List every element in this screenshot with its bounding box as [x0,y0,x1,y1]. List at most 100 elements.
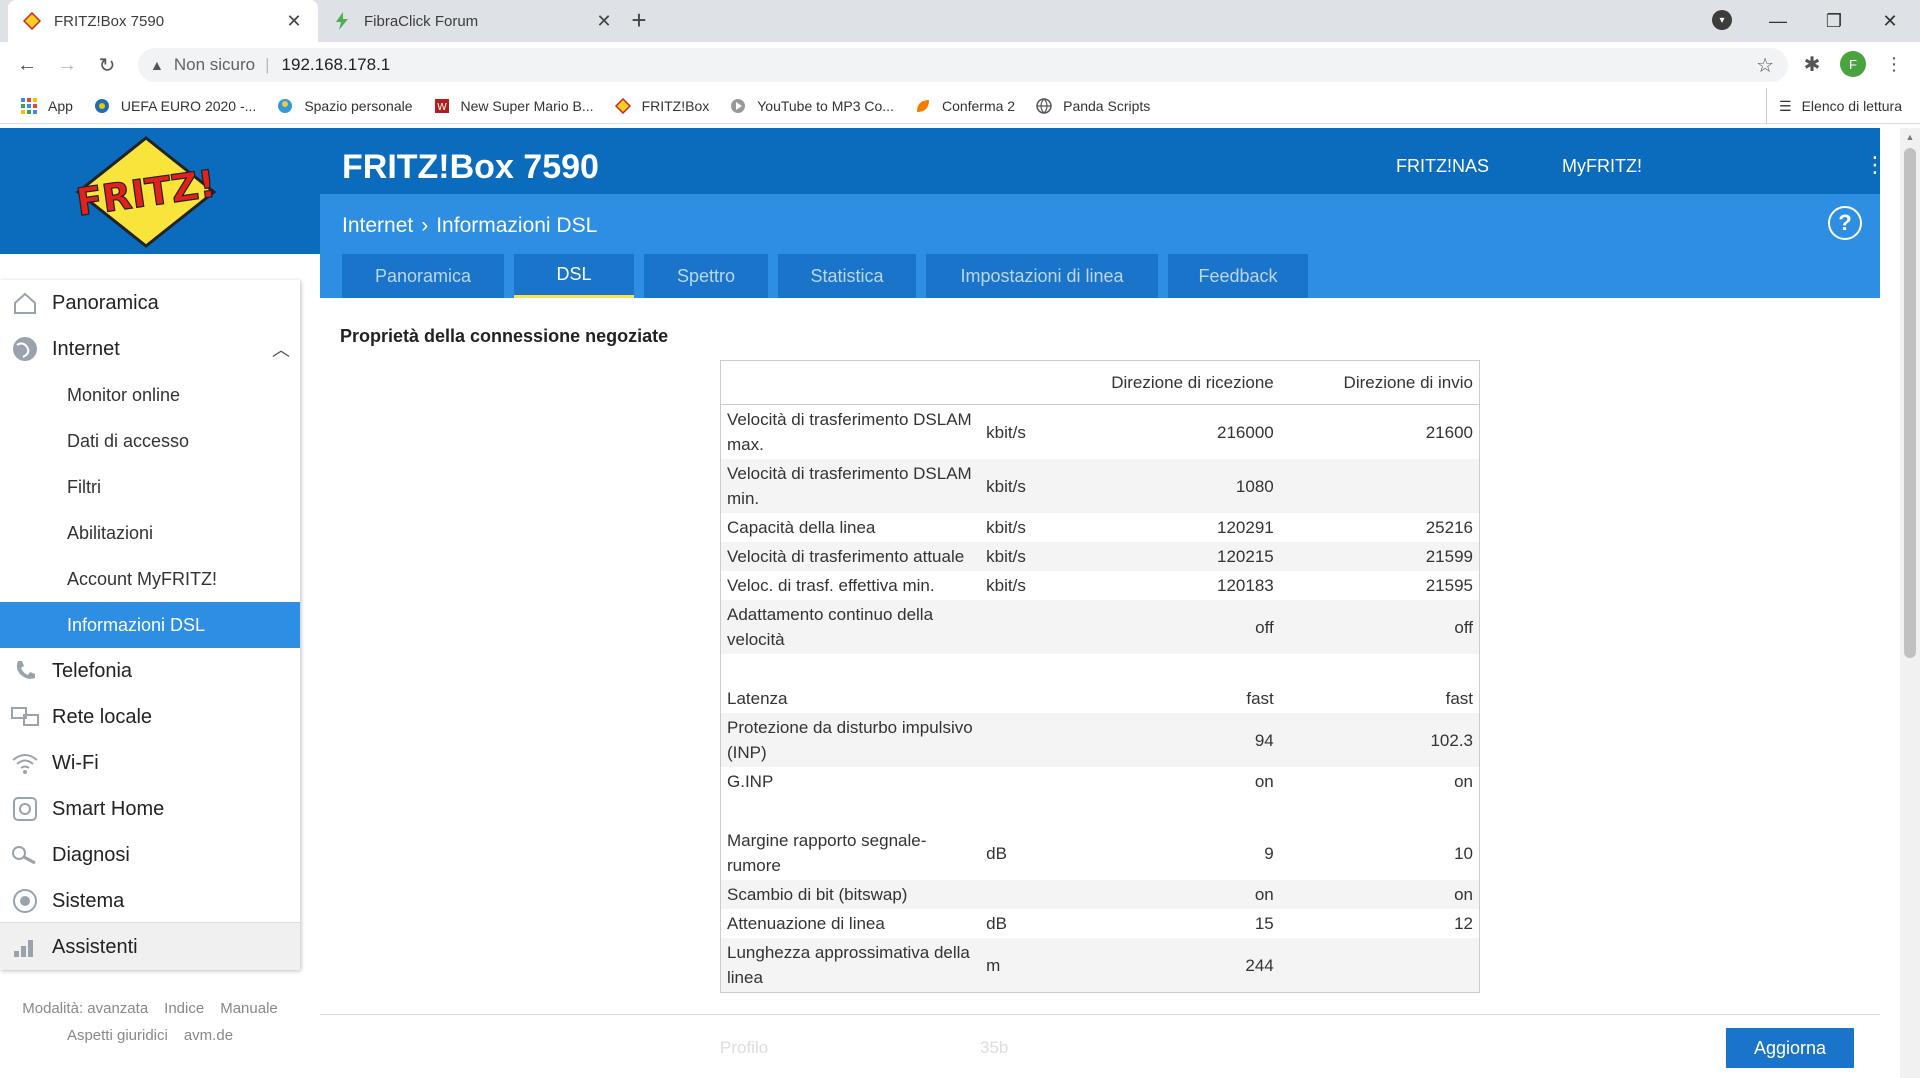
bookmark-label: Conferma 2 [941,97,1016,114]
browser-menu-icon[interactable]: ⋮ [1884,50,1904,78]
sidebar-item-sistema[interactable]: Sistema [0,878,300,924]
warning-icon[interactable]: ▲ [150,57,164,73]
mode-link[interactable]: Modalità: avanzata [22,1000,148,1017]
extensions-icon[interactable]: ✱ [1800,52,1824,76]
address-separator: | [265,55,270,74]
tab-statistica[interactable]: Statistica [778,254,916,298]
cell-unit: kbit/s [986,576,1026,595]
sidebar-item-smart-home[interactable]: Smart Home [0,786,300,832]
bookmark-label: Spazio personale [304,97,413,114]
cell-tx: on [1279,880,1480,909]
mario-icon: W [433,97,451,115]
table-row: Protezione da disturbo impulsivo (INP) 94… [720,713,1480,767]
sidebar: Panoramica Internet ︿ Monitor online Dat… [0,280,300,970]
restore-icon[interactable]: ❐ [1806,0,1862,42]
legal-link[interactable]: Aspetti giuridici [67,1027,168,1044]
fritz-logo[interactable]: FRITZ! [72,136,220,248]
sidebar-item-panoramica[interactable]: Panoramica [0,280,300,326]
sidebar-item-assistenti[interactable]: Assistenti [0,924,300,970]
faded-label: Profilo [720,1038,769,1057]
tab-spettro[interactable]: Spettro [644,254,768,298]
bookmark-conferma[interactable]: Conferma 2 [914,97,1015,115]
forward-icon[interactable]: → [52,50,82,80]
avm-link[interactable]: avm.de [184,1027,233,1044]
tab-search-icon[interactable]: ▾ [1712,10,1732,30]
bookmark-mario[interactable]: W New Super Mario B... [433,97,594,115]
sidebar-sub-monitor-online[interactable]: Monitor online [0,372,300,418]
chevron-right-icon: › [421,214,429,237]
back-icon[interactable]: ← [12,50,42,80]
address-bar[interactable]: ▲ Non sicuro | 192.168.178.1 ☆ [138,48,1788,82]
cell-tx: fast [1445,689,1473,708]
browser-tab-fibraclick[interactable]: FibraClick Forum ✕ [318,0,628,42]
fritznas-link[interactable]: FRITZ!NAS [1396,156,1489,177]
breadcrumb: Internet › Informazioni DSL [342,214,597,238]
sidebar-item-rete-locale[interactable]: Rete locale [0,694,300,740]
cell-rx: fast [1246,689,1274,708]
cell-tx: 102.3 [1279,713,1480,767]
bookmark-spazio-personale[interactable]: Spazio personale [276,97,413,115]
window-close-icon[interactable]: ✕ [1862,0,1918,42]
security-label[interactable]: Non sicuro [174,55,255,75]
sidebar-sub-abilitazioni[interactable]: Abilitazioni [0,510,300,556]
bookmark-uefa[interactable]: UEFA EURO 2020 -... [93,97,256,115]
index-link[interactable]: Indice [164,1000,204,1017]
tab-panoramica[interactable]: Panoramica [342,254,504,298]
sidebar-sub-account-myfritz[interactable]: Account MyFRITZ! [0,556,300,602]
minimize-icon[interactable]: — [1750,0,1806,42]
bookmarks-bar: App UEFA EURO 2020 -... Spazio personale… [0,88,1920,124]
breadcrumb-current: Informazioni DSL [436,214,598,237]
help-icon[interactable]: ? [1828,206,1862,240]
bookmark-youtube-mp3[interactable]: YouTube to MP3 Co... [729,97,894,115]
table-row: Velocità di trasferimento DSLAM min. kbit… [720,459,1480,513]
breadcrumb-internet[interactable]: Internet [342,214,413,238]
more-menu-icon[interactable]: ⋮ [1864,152,1886,178]
cell-unit: kbit/s [980,542,1061,571]
sidebar-item-diagnosi[interactable]: Diagnosi [0,832,300,878]
cell-unit [980,880,1061,909]
faded-unit: 35b [980,1038,1009,1057]
sidebar-item-telefonia[interactable]: Telefonia [0,648,300,694]
system-icon [10,886,40,916]
sidebar-sub-dati-accesso[interactable]: Dati di accesso [0,418,300,464]
cell-label: Capacità della linea [727,518,876,537]
sidebar-item-wifi[interactable]: Wi-Fi [0,740,300,786]
myfritz-link[interactable]: MyFRITZ! [1562,156,1642,177]
manual-link[interactable]: Manuale [220,1000,278,1017]
url-text[interactable]: 192.168.178.1 [282,55,391,75]
cell-label: Velocità di trasferimento DSLAM min. [720,459,981,513]
sidebar-item-internet[interactable]: Internet ︿ [0,326,300,372]
update-button[interactable]: Aggiorna [1726,1028,1854,1068]
browser-tab-fritzbox[interactable]: FRITZ!Box 7590 ✕ [8,0,318,42]
new-tab-button[interactable]: + [624,6,654,36]
sidebar-item-label: Internet [52,337,120,360]
bookmark-fritzbox[interactable]: FRITZ!Box [614,97,709,115]
cell-label: Protezione da disturbo impulsivo (INP) [720,713,981,767]
tab-impostazioni-linea[interactable]: Impostazioni di linea [926,254,1158,298]
network-icon [10,702,40,732]
reading-list[interactable]: ☰ Elenco di lettura [1766,88,1902,124]
tab-dsl[interactable]: DSL [514,254,634,298]
personal-space-icon [276,97,294,115]
lightning-favicon [332,11,352,31]
profile-avatar[interactable]: F [1840,51,1866,77]
bookmark-star-icon[interactable]: ☆ [1756,53,1774,78]
chevron-up-icon[interactable]: ︿ [272,336,290,362]
cell-rx: 244 [1060,938,1280,993]
cell-tx: 10 [1454,843,1473,863]
cell-label: Adattamento continuo della velocità [720,600,981,654]
reload-icon[interactable]: ↻ [92,50,122,80]
close-tab-icon[interactable]: ✕ [594,11,614,32]
bookmark-panda[interactable]: Panda Scripts [1035,97,1150,115]
cell-unit: dB [986,843,1007,863]
scrollbar-thumb[interactable] [1904,148,1916,658]
cell-rx: off [1060,600,1280,654]
sidebar-sub-filtri[interactable]: Filtri [0,464,300,510]
bookmark-app[interactable]: App [20,97,73,115]
tab-feedback[interactable]: Feedback [1168,254,1308,298]
sidebar-sub-informazioni-dsl[interactable]: Informazioni DSL [0,602,300,648]
close-tab-icon[interactable]: ✕ [284,11,304,32]
scroll-up-icon[interactable]: ▲ [1904,132,1916,142]
cell-label: Latenza [727,689,788,708]
sidebar-footer: Modalità: avanzata Indice Manuale Aspett… [0,1000,300,1054]
